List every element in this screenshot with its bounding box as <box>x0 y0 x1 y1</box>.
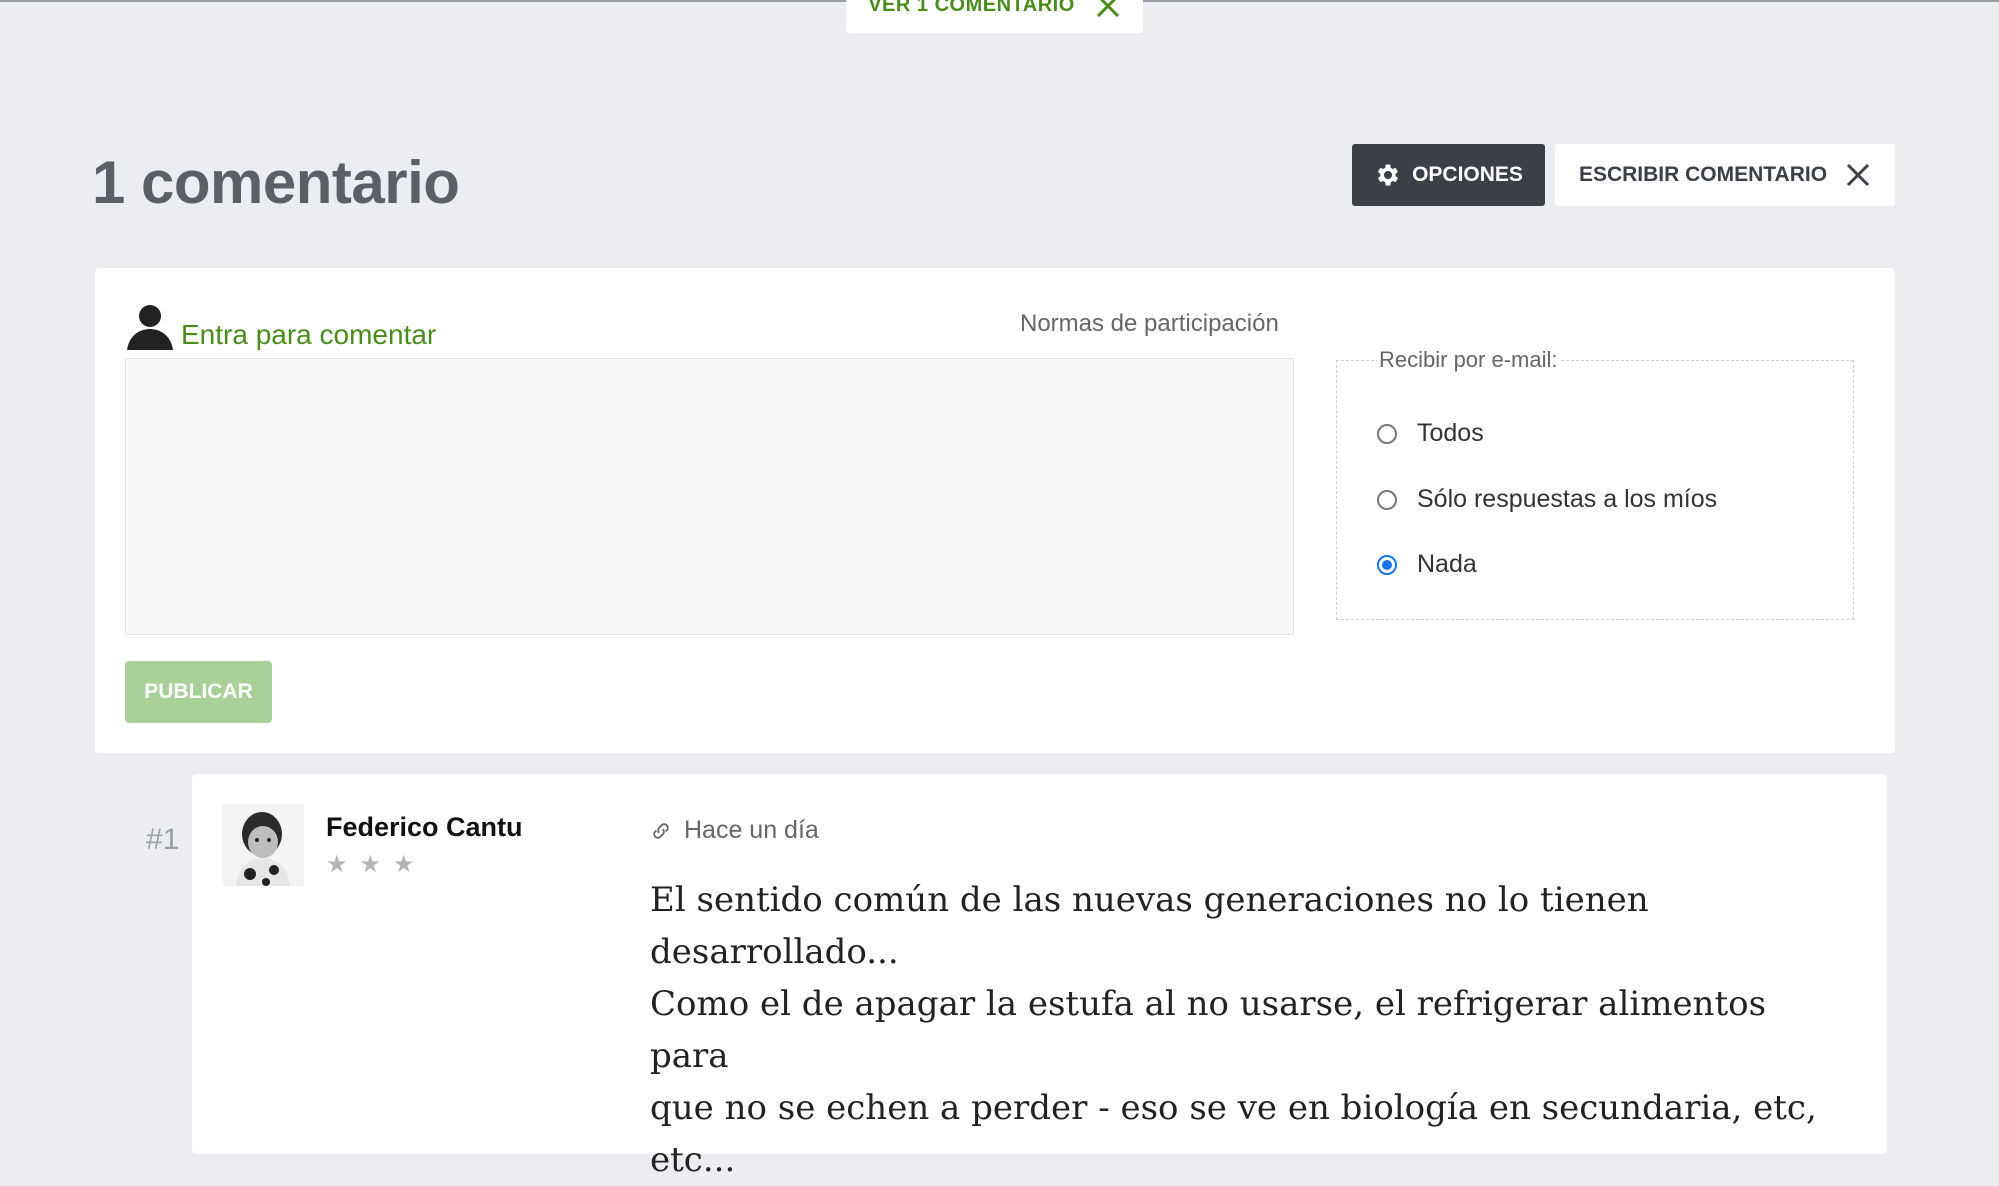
avatar[interactable] <box>222 804 304 886</box>
email-option-replies[interactable]: Sólo respuestas a los míos <box>1377 485 1717 514</box>
comment-body-line: Como el de apagar la estufa al no usarse… <box>650 984 1767 1076</box>
comments-count-title: 1 comentario <box>92 149 460 216</box>
comment-body-line: etc... <box>650 1140 736 1180</box>
options-button[interactable]: OPCIONES <box>1352 144 1545 206</box>
gear-icon <box>1378 164 1399 186</box>
comment-form: Entra para comentar Normas de participac… <box>95 268 1895 753</box>
write-comment-label: ESCRIBIR COMENTARIO <box>1578 163 1828 186</box>
email-option-label: Todos <box>1417 419 1484 447</box>
comment-textarea[interactable] <box>125 358 1294 635</box>
write-comment-button[interactable]: ESCRIBIR COMENTARIO <box>1555 144 1895 206</box>
comment-body-line: El sentido común de las nuevas generacio… <box>650 880 1649 920</box>
view-comments-toggle[interactable]: VER 1 COMENTARIO <box>846 0 1143 33</box>
close-icon <box>1096 0 1119 17</box>
comment-body-line: que no se echen a perder - eso se ve en … <box>650 1088 1817 1128</box>
avatar-photo-icon <box>222 804 304 886</box>
user-icon <box>127 305 173 350</box>
star-icon: ★ <box>393 851 415 878</box>
login-link-label: Entra para comentar <box>181 319 437 350</box>
comment-permalink[interactable]: Hace un día <box>650 816 819 845</box>
comment-time: Hace un día <box>684 816 819 844</box>
radio-button[interactable] <box>1377 423 1397 444</box>
comment-body-line: desarrollado... <box>650 932 899 972</box>
email-option-label: Sólo respuestas a los míos <box>1417 485 1718 513</box>
email-option-none[interactable]: Nada <box>1377 550 1477 579</box>
email-option-label: Nada <box>1417 550 1477 578</box>
author-rating: ★ ★ ★ <box>326 850 415 879</box>
email-subscription-box: Recibir por e-mail: Todos Sólo respuesta… <box>1336 347 1854 620</box>
email-subscription-legend: Recibir por e-mail: <box>1377 347 1560 373</box>
comment-card: Federico Cantu ★ ★ ★ Hace un día El sent… <box>192 774 1887 1180</box>
publish-button[interactable]: PUBLICAR <box>125 661 272 723</box>
comment-body: El sentido común de las nuevas generacio… <box>650 874 1830 1186</box>
star-icon: ★ <box>326 851 348 878</box>
options-label: OPCIONES <box>1412 163 1523 186</box>
close-icon <box>1847 163 1870 187</box>
radio-button-checked[interactable] <box>1377 554 1397 575</box>
radio-button[interactable] <box>1377 489 1397 510</box>
view-comments-label: VER 1 COMENTARIO <box>868 0 1075 16</box>
login-link[interactable]: Entra para comentar <box>125 302 436 350</box>
link-icon <box>653 822 669 839</box>
email-option-all[interactable]: Todos <box>1377 419 1484 448</box>
participation-rules-link[interactable]: Normas de participación <box>1020 310 1279 338</box>
star-icon: ★ <box>359 851 382 878</box>
comment-author[interactable]: Federico Cantu <box>326 812 523 843</box>
comment-number: #1 <box>146 823 180 856</box>
